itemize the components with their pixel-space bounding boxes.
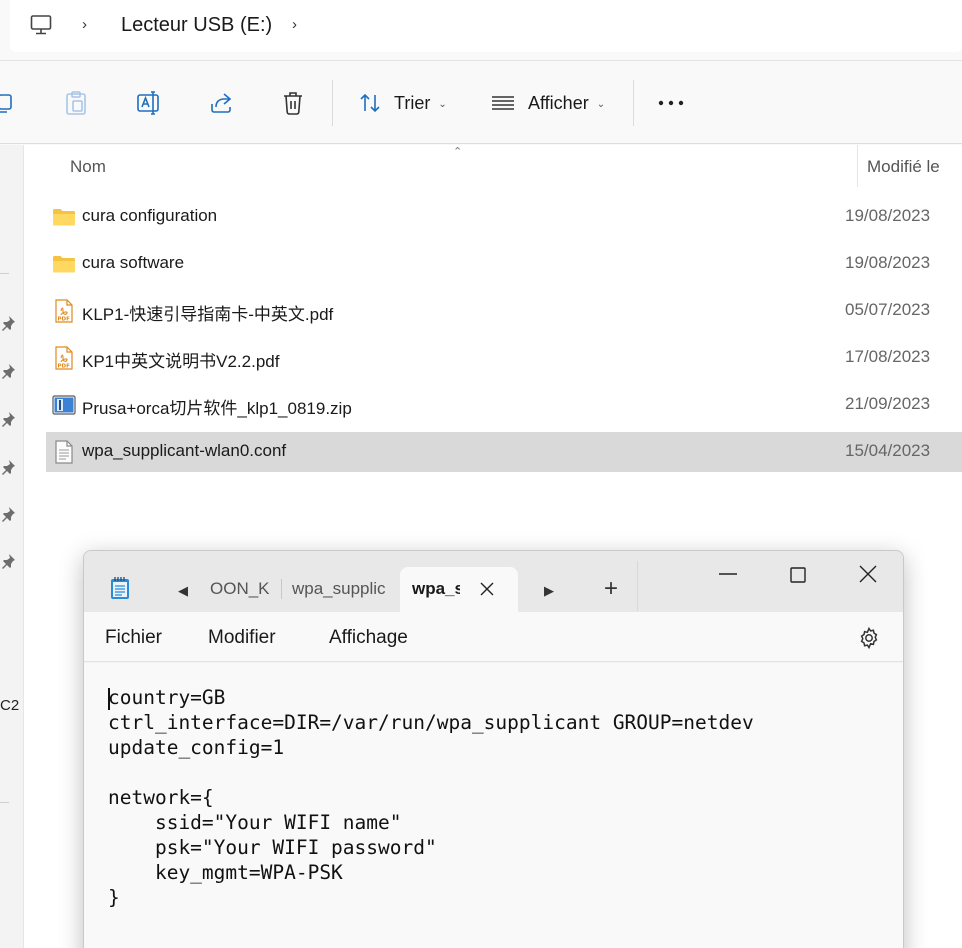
text-file-icon [55, 440, 73, 464]
chevron-down-icon: ⌄ [596, 98, 606, 110]
chevron-down-icon: ⌄ [438, 98, 447, 110]
file-row-cura-software[interactable]: cura software 19/08/2023 [46, 244, 962, 284]
this-pc-icon[interactable] [29, 13, 53, 37]
sort-ascending-icon: ⌃ [453, 146, 463, 158]
notepad-window: ◀ OON_K wpa_supplic wpa_s ▶ + Fichier Mo… [83, 550, 904, 948]
maximize-icon[interactable] [786, 563, 810, 587]
pin-icon[interactable] [0, 363, 16, 379]
new-tab-plus-icon[interactable]: + [604, 577, 618, 601]
tab-separator [281, 579, 282, 599]
share-button[interactable] [208, 88, 234, 118]
sort-button[interactable]: Trier ⌄ [358, 88, 447, 118]
pin-icon[interactable] [0, 459, 16, 475]
zip-archive-icon [52, 395, 76, 415]
view-label: Afficher [528, 92, 589, 113]
column-header-name[interactable]: Nom [70, 157, 106, 177]
svg-text:PDF: PDF [58, 317, 71, 323]
scroll-tabs-left-icon[interactable]: ◀ [178, 583, 188, 599]
scroll-tabs-right-icon[interactable]: ▶ [544, 583, 554, 599]
svg-text:PDF: PDF [58, 364, 71, 370]
pin-icon[interactable] [0, 506, 16, 522]
pin-icon[interactable] [0, 553, 16, 569]
file-row-prusa-orca-zip[interactable]: Prusa+orca切片软件_klp1_0819.zip 21/09/2023 [46, 385, 962, 425]
address-bar[interactable]: › Lecteur USB (E:) › [10, 0, 962, 52]
rename-icon [137, 91, 159, 115]
trash-icon [284, 92, 302, 115]
settings-gear-icon[interactable] [857, 626, 881, 650]
toolbar-separator [633, 80, 634, 126]
close-tab-icon[interactable] [480, 582, 494, 596]
file-row-klp1-guide-pdf[interactable]: PDF KLP1-快速引导指南卡-中英文.pdf 05/07/2023 [46, 291, 962, 331]
toolbar-separator [332, 80, 333, 126]
divider [0, 60, 962, 61]
sort-arrows-icon [360, 93, 380, 113]
chevron-right-icon[interactable]: › [82, 16, 96, 34]
sort-label: Trier [394, 92, 431, 113]
column-separator[interactable] [857, 145, 858, 187]
file-name: KLP1-快速引导指南卡-中英文.pdf [82, 305, 334, 324]
chevron-right-icon[interactable]: › [292, 16, 306, 34]
pdf-file-icon: PDF [55, 299, 73, 323]
folder-icon [53, 256, 75, 273]
nav-divider [0, 802, 9, 803]
text-editor-area[interactable]: country=GB ctrl_interface=DIR=/var/run/w… [84, 663, 903, 948]
tab-wpa-s-active[interactable]: wpa_s [400, 567, 518, 612]
menu-edit[interactable]: Modifier [208, 627, 276, 649]
folder-icon [53, 209, 75, 226]
file-modified-date: 21/09/2023 [845, 394, 931, 413]
notepad-menu-bar: Fichier Modifier Affichage [84, 612, 903, 662]
active-tab-label: wpa_s [412, 579, 460, 598]
file-modified-date: 05/07/2023 [845, 300, 931, 319]
nav-divider [0, 273, 9, 274]
file-modified-date: 19/08/2023 [845, 253, 931, 272]
column-header-modified[interactable]: Modifié le [867, 157, 940, 177]
copy-icon [0, 94, 12, 113]
breadcrumb-drive[interactable]: Lecteur USB (E:) [121, 14, 272, 37]
notepad-app-icon [111, 577, 129, 599]
share-icon [211, 93, 232, 113]
file-row-cura-configuration[interactable]: cura configuration 19/08/2023 [46, 197, 962, 237]
pdf-file-icon: PDF [55, 346, 73, 370]
file-name: wpa_supplicant-wlan0.conf [82, 441, 287, 460]
file-modified-date: 19/08/2023 [845, 206, 931, 225]
notepad-title-bar[interactable]: ◀ OON_K wpa_supplic wpa_s ▶ + [84, 551, 903, 612]
tab-strip-divider [637, 561, 638, 611]
file-modified-date: 17/08/2023 [845, 347, 931, 366]
view-button[interactable]: Afficher ⌄ [490, 88, 605, 118]
delete-button[interactable] [281, 88, 305, 118]
paste-button[interactable] [64, 88, 88, 118]
command-bar: Trier ⌄ Afficher ⌄ [0, 62, 962, 144]
file-name: cura configuration [82, 206, 218, 225]
file-row-wpa-supplicant-conf[interactable]: wpa_supplicant-wlan0.conf 15/04/2023 [46, 432, 962, 472]
navigation-pane: C2 [0, 145, 24, 948]
editor-content: country=GB ctrl_interface=DIR=/var/run/w… [108, 686, 754, 909]
more-options-button[interactable] [658, 88, 684, 118]
more-horizontal-icon [658, 100, 684, 106]
rename-button[interactable] [136, 88, 162, 118]
menu-view[interactable]: Affichage [329, 627, 408, 649]
file-name: KP1中英文说明书V2.2.pdf [82, 352, 280, 371]
file-row-kp1-manual-pdf[interactable]: PDF KP1中英文说明书V2.2.pdf 17/08/2023 [46, 338, 962, 378]
pin-icon[interactable] [0, 315, 16, 331]
tab-wpa-supplic[interactable]: wpa_supplic [292, 567, 392, 612]
tab-oon-k[interactable]: OON_K [210, 567, 280, 612]
pin-icon[interactable] [0, 411, 16, 427]
close-window-icon[interactable] [856, 563, 880, 587]
nav-item-fragment[interactable]: C2 [0, 697, 19, 714]
view-list-icon [492, 96, 514, 110]
menu-file[interactable]: Fichier [105, 627, 162, 649]
file-modified-date: 15/04/2023 [845, 441, 931, 460]
minimize-icon[interactable] [716, 563, 740, 587]
copy-button[interactable] [0, 88, 16, 118]
file-name: Prusa+orca切片软件_klp1_0819.zip [82, 399, 352, 418]
file-name: cura software [82, 253, 185, 272]
clipboard-icon [66, 91, 86, 115]
